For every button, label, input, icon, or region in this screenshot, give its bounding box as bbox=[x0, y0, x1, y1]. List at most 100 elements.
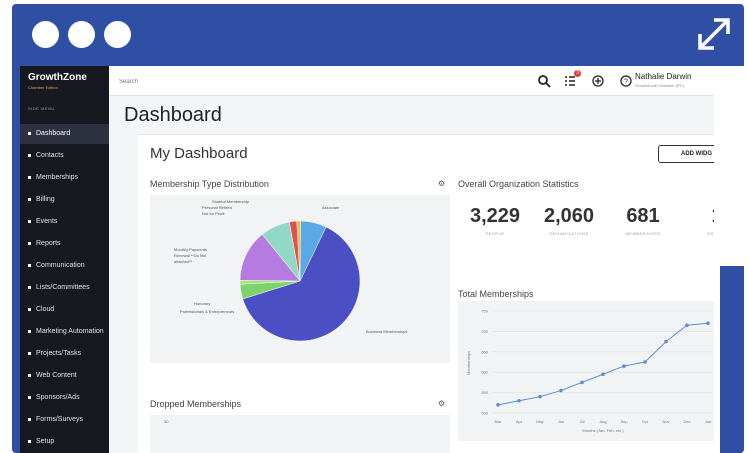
sidebar-item-dashboard[interactable]: Dashboard bbox=[20, 124, 109, 144]
panel-title: My Dashboard bbox=[150, 145, 248, 162]
sidebar-item-sponsors-ads[interactable]: Sponsors/Ads bbox=[20, 388, 109, 408]
sidebar-item-reports[interactable]: Reports bbox=[20, 234, 109, 254]
stat-label: MEMBERSHIPS bbox=[625, 231, 661, 236]
user-organization: GrowthZone Chamber (PC) bbox=[635, 83, 684, 88]
data-point[interactable] bbox=[601, 372, 605, 377]
search-input[interactable] bbox=[119, 76, 419, 88]
y-tick-label: 500 bbox=[481, 411, 488, 416]
help-icon[interactable]: ? bbox=[619, 74, 633, 88]
data-point[interactable] bbox=[580, 380, 584, 385]
search-icon[interactable] bbox=[537, 74, 551, 88]
svg-text:?: ? bbox=[624, 79, 628, 86]
top-header: 3 ? Nathalie Darwin GrowthZone Chamber (… bbox=[109, 66, 714, 96]
line-chart: 500 550 600 650 700 750 Mar Apr May Jun Jul Aug Sep O… bbox=[466, 309, 712, 433]
sidebar-item-projects-tasks[interactable]: Projects/Tasks bbox=[20, 344, 109, 364]
membership-type-title: Membership Type Distribution bbox=[150, 179, 269, 189]
pie-label-monthly-3: attached** bbox=[174, 259, 193, 264]
add-widget-button[interactable]: ADD WIDG bbox=[658, 145, 714, 163]
sidebar-item-web-content[interactable]: Web Content bbox=[20, 366, 109, 386]
sidebar-item-label: Forms/Surveys bbox=[36, 416, 84, 423]
stat-value: 1 bbox=[682, 205, 714, 228]
data-point[interactable] bbox=[517, 398, 521, 403]
x-tick-label: Dec bbox=[683, 419, 690, 424]
add-circle-icon[interactable] bbox=[591, 74, 605, 88]
sidebar-item-icon bbox=[28, 131, 31, 135]
pie-label-business: Business Memberships bbox=[366, 329, 408, 334]
pie-label-monthly: Monthly Payments bbox=[174, 247, 207, 252]
data-point[interactable] bbox=[559, 388, 563, 393]
stat-value: 681 bbox=[626, 205, 660, 227]
stat-value: 2,060 bbox=[543, 205, 595, 227]
sidebar-item-label: Web Content bbox=[36, 372, 77, 379]
dashboard-panel: My Dashboard ADD WIDG Membership Type Di… bbox=[138, 134, 714, 453]
sidebar-item-icon bbox=[28, 285, 31, 289]
brand-subtitle: Chamber Edition bbox=[28, 85, 58, 90]
sidebar-item-icon bbox=[28, 329, 31, 333]
user-name[interactable]: Nathalie Darwin bbox=[635, 72, 691, 81]
x-tick-label: May bbox=[536, 419, 544, 424]
sidebar-item-icon bbox=[28, 241, 31, 245]
x-tick-label: Aug bbox=[599, 419, 606, 424]
sidebar-item-label: Memberships bbox=[36, 174, 79, 181]
sidebar-item-communication[interactable]: Communication bbox=[20, 256, 109, 276]
sidebar-item-icon bbox=[28, 307, 31, 311]
x-axis-label: Months (Jan, Feb, etc.) bbox=[582, 428, 624, 433]
sidebar-item-label: Communication bbox=[36, 262, 85, 269]
expand-icon[interactable] bbox=[696, 16, 732, 52]
x-tick-label: Nov bbox=[662, 419, 669, 424]
sidebar-item-contacts[interactable]: Contacts bbox=[20, 146, 109, 166]
sidebar-item-label: Events bbox=[36, 218, 58, 225]
x-tick-label: Apr bbox=[516, 419, 523, 424]
window-dot-2 bbox=[68, 21, 95, 48]
total-memberships-chart: 500 550 600 650 700 750 Mar Apr May Jun Jul Aug Sep O… bbox=[458, 301, 714, 441]
stat-label: GROUPS bbox=[706, 231, 714, 236]
side-menu-label: SIDE MENU bbox=[28, 106, 55, 111]
sidebar-item-icon bbox=[28, 175, 31, 179]
gear-icon[interactable]: ⚙ bbox=[438, 179, 445, 188]
gear-icon[interactable]: ⚙ bbox=[438, 399, 445, 408]
membership-type-chart: Student Membership Personal Retired Not … bbox=[150, 195, 450, 363]
sidebar-item-label: Billing bbox=[36, 196, 55, 203]
sidebar-item-icon bbox=[28, 263, 31, 267]
y-tick-label: 700 bbox=[481, 329, 488, 334]
y-tick-label: 550 bbox=[481, 390, 488, 395]
sidebar-item-icon bbox=[28, 417, 31, 421]
data-point[interactable] bbox=[643, 360, 647, 364]
page-title: Dashboard bbox=[124, 104, 222, 126]
sidebar-item-lists-committees[interactable]: Lists/Committees bbox=[20, 278, 109, 298]
data-point[interactable] bbox=[664, 339, 668, 344]
frame-top-bar bbox=[12, 4, 744, 66]
sidebar-item-label: Reports bbox=[36, 240, 61, 247]
x-tick-label: Sep bbox=[620, 419, 628, 424]
y-axis-label: Memberships bbox=[466, 351, 471, 375]
dropped-first-tick: 30 bbox=[164, 419, 169, 424]
data-point[interactable] bbox=[496, 403, 500, 407]
data-point[interactable] bbox=[685, 323, 689, 328]
sidebar-item-cloud[interactable]: Cloud bbox=[20, 300, 109, 320]
data-point[interactable] bbox=[538, 394, 542, 399]
pie-label-honorary: Honorary bbox=[194, 301, 211, 306]
sidebar-item-label: Contacts bbox=[36, 152, 64, 159]
sidebar-item-icon bbox=[28, 395, 31, 399]
stat-label: PEOPLE bbox=[485, 231, 505, 236]
notification-badge: 3 bbox=[574, 70, 581, 77]
sidebar-item-label: Dashboard bbox=[36, 130, 71, 137]
sidebar-item-billing[interactable]: Billing bbox=[20, 190, 109, 210]
data-point[interactable] bbox=[622, 364, 626, 368]
dropped-memberships-chart: 30 bbox=[150, 415, 450, 453]
sidebar-item-icon bbox=[28, 351, 31, 355]
sidebar-item-setup[interactable]: Setup bbox=[20, 432, 109, 452]
sidebar-item-events[interactable]: Events bbox=[20, 212, 109, 232]
pie-label-associate: Associate bbox=[322, 205, 340, 210]
dropped-memberships-title: Dropped Memberships bbox=[150, 399, 242, 409]
sidebar-item-memberships[interactable]: Memberships bbox=[20, 168, 109, 188]
sidebar-item-forms-surveys[interactable]: Forms/Surveys bbox=[20, 410, 109, 430]
x-tick-label: Jul bbox=[579, 419, 584, 424]
sidebar-item-marketing-automation[interactable]: Marketing Automation bbox=[20, 322, 109, 342]
pie-chart bbox=[239, 220, 361, 342]
brand-name: GrowthZone bbox=[28, 72, 87, 83]
data-point[interactable] bbox=[706, 321, 710, 326]
sidebar-item-label: Lists/Committees bbox=[36, 284, 90, 291]
sidebar: GrowthZone Chamber Edition SIDE MENU Das… bbox=[20, 66, 109, 453]
sidebar-item-icon bbox=[28, 439, 31, 443]
